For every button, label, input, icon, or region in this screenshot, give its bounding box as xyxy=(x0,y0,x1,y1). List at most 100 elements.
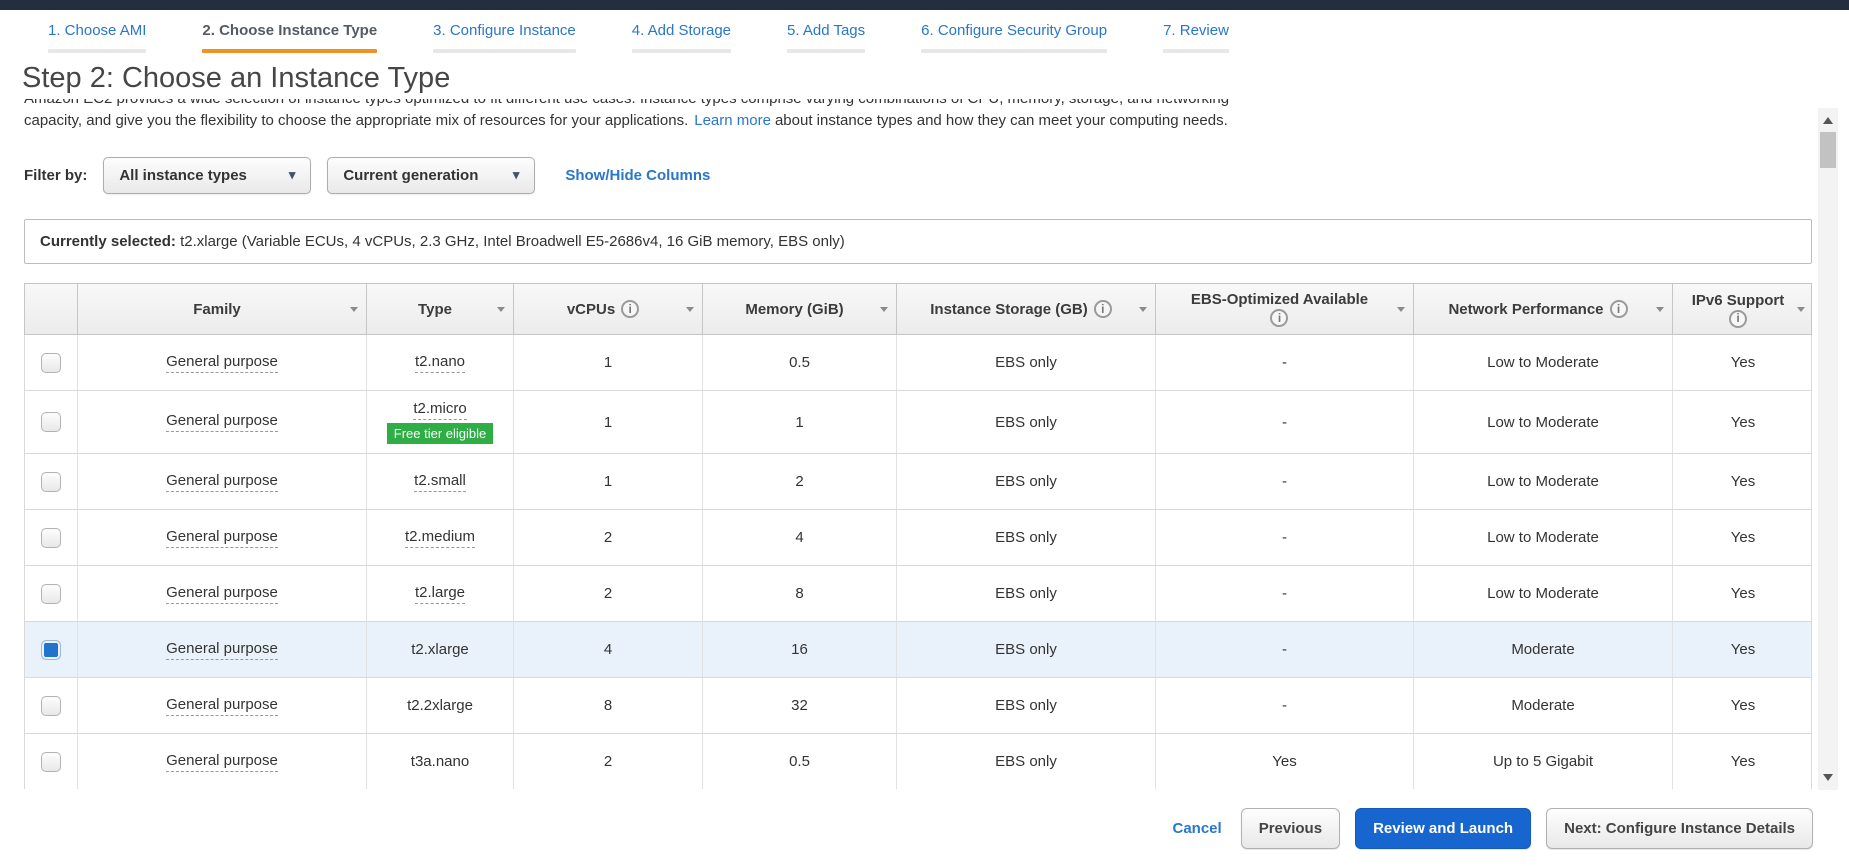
description-line2: capacity, and give you the flexibility t… xyxy=(24,109,1819,131)
table-row-t2-micro[interactable]: General purpose t2.micro Free tier eligibl… xyxy=(25,391,1811,454)
row-checkbox[interactable] xyxy=(41,583,61,604)
instance-type-label[interactable]: t2.micro xyxy=(413,400,467,420)
scrollbar-thumb[interactable] xyxy=(1820,132,1836,168)
col-header-content: Memory (GiB) xyxy=(745,301,843,318)
show-hide-columns-link[interactable]: Show/Hide Columns xyxy=(565,167,710,184)
family-link[interactable]: General purpose xyxy=(166,696,278,716)
learn-more-link[interactable]: Learn more xyxy=(694,112,771,129)
instance-type-label[interactable]: t2.small xyxy=(414,472,466,492)
table-row-t2-small[interactable]: General purpose t2.small 1 2 EBS only - Low to… xyxy=(25,454,1811,510)
storage-cell: EBS only xyxy=(897,391,1156,453)
instance-type-label[interactable]: t2.medium xyxy=(404,528,476,548)
ipv6-support-cell: Yes xyxy=(1730,585,1756,602)
ipv6-support-cell: Yes xyxy=(1730,413,1756,431)
table-row-t2-xlarge[interactable]: General purpose t2.xlarge 4 16 EBS only - Mode… xyxy=(25,622,1811,678)
family-cell: General purpose xyxy=(78,678,367,733)
sort-caret-icon[interactable] xyxy=(686,307,694,316)
sort-caret-icon[interactable] xyxy=(497,307,505,316)
col-header-ebs-optimized-available[interactable]: EBS-Optimized Available i xyxy=(1156,284,1414,334)
col-header-content: Type xyxy=(418,301,452,318)
family-cell: General purpose xyxy=(78,391,367,453)
row-checkbox[interactable] xyxy=(41,527,61,548)
instance-type-label[interactable]: t3a.nano xyxy=(411,753,469,770)
row-checkbox[interactable] xyxy=(41,695,61,716)
family-link[interactable]: General purpose xyxy=(166,752,278,772)
table-row-t3a-nano[interactable]: General purpose t3a.nano 2 0.5 EBS only Yes Up… xyxy=(25,734,1811,789)
family-link[interactable]: General purpose xyxy=(166,640,278,660)
sort-caret-icon[interactable] xyxy=(1397,307,1405,316)
family-cell: General purpose xyxy=(78,454,367,509)
vcpus-cell: 2 xyxy=(514,734,703,789)
row-select-cell xyxy=(25,566,78,621)
family-cell: General purpose xyxy=(78,734,367,789)
family-link[interactable]: General purpose xyxy=(166,472,278,492)
row-select-cell xyxy=(25,510,78,565)
instance-type-label[interactable]: t2.2xlarge xyxy=(407,697,473,714)
sort-caret-icon[interactable] xyxy=(880,307,888,316)
cancel-link[interactable]: Cancel xyxy=(1172,820,1221,837)
vcpus-cell: 8 xyxy=(514,678,703,733)
tab-add-tags[interactable]: 5. Add Tags xyxy=(775,22,877,53)
info-icon[interactable]: i xyxy=(621,300,640,318)
col-header-instance-storage-gb[interactable]: Instance Storage (GB) i xyxy=(897,284,1156,334)
storage-cell: EBS only xyxy=(897,454,1156,509)
next-configure-instance-button[interactable]: Next: Configure Instance Details xyxy=(1546,807,1813,849)
col-header-memory-gib[interactable]: Memory (GiB) xyxy=(703,284,897,334)
review-and-launch-button[interactable]: Review and Launch xyxy=(1355,807,1532,849)
ebs-optimized-cell: - xyxy=(1156,335,1414,390)
col-header-ipv6-support[interactable]: IPv6 Support i xyxy=(1673,284,1812,334)
col-header-family[interactable]: Family xyxy=(78,284,367,334)
instance-type-label[interactable]: t2.large xyxy=(414,584,466,604)
row-checkbox[interactable] xyxy=(41,352,61,373)
vertical-scrollbar[interactable] xyxy=(1818,108,1838,790)
tab-configure-instance[interactable]: 3. Configure Instance xyxy=(421,22,588,53)
info-icon[interactable]: i xyxy=(1093,300,1112,318)
tab-choose-ami[interactable]: 1. Choose AMI xyxy=(36,22,158,53)
sort-caret-icon[interactable] xyxy=(1656,307,1664,316)
tab-configure-security-group[interactable]: 6. Configure Security Group xyxy=(909,22,1119,53)
instance-type-label[interactable]: t2.xlarge xyxy=(411,641,469,658)
table-row-t2-nano[interactable]: General purpose t2.nano 1 0.5 EBS only - Low t… xyxy=(25,335,1811,391)
memory-cell: 32 xyxy=(703,678,897,733)
ebs-optimized-cell: - xyxy=(1156,566,1414,621)
row-checkbox[interactable] xyxy=(41,471,61,492)
family-link[interactable]: General purpose xyxy=(166,584,278,604)
col-header-type[interactable]: Type xyxy=(367,284,514,334)
tab-choose-instance-type[interactable]: 2. Choose Instance Type xyxy=(190,22,389,53)
row-checkbox[interactable] xyxy=(41,639,61,660)
scroll-down-icon[interactable] xyxy=(1823,774,1833,781)
table-row-t2-2xlarge[interactable]: General purpose t2.2xlarge 8 32 EBS only - Mod… xyxy=(25,678,1811,734)
currently-selected-label: Currently selected: xyxy=(40,233,176,250)
sort-caret-icon[interactable] xyxy=(350,307,358,316)
storage-cell: EBS only xyxy=(897,734,1156,789)
row-select-cell xyxy=(25,622,78,677)
filter-row: Filter by: All instance types ▾ Current … xyxy=(24,155,1849,195)
info-icon[interactable]: i xyxy=(1270,309,1289,327)
tab-add-storage[interactable]: 4. Add Storage xyxy=(620,22,743,53)
generation-dropdown[interactable]: Current generation ▾ xyxy=(327,156,536,194)
sort-caret-icon[interactable] xyxy=(1797,307,1805,316)
family-link[interactable]: General purpose xyxy=(166,528,278,548)
family-link[interactable]: General purpose xyxy=(166,412,278,432)
type-cell: t2.large xyxy=(367,566,514,621)
description-line1-text: Amazon EC2 provides a wide selection of … xyxy=(24,99,1819,109)
col-header-vcpus[interactable]: vCPUs i xyxy=(514,284,703,334)
instance-types-dropdown[interactable]: All instance types ▾ xyxy=(103,156,312,194)
instance-type-label[interactable]: t2.nano xyxy=(414,353,466,373)
row-checkbox[interactable] xyxy=(41,412,61,432)
network-performance-cell: Moderate xyxy=(1414,678,1673,733)
table-row-t2-medium[interactable]: General purpose t2.medium 2 4 EBS only - Low t… xyxy=(25,510,1811,566)
family-link[interactable]: General purpose xyxy=(166,353,278,373)
col-header-label: Network Performance xyxy=(1448,300,1604,318)
row-checkbox[interactable] xyxy=(41,751,61,772)
info-icon[interactable]: i xyxy=(1729,309,1747,328)
previous-button[interactable]: Previous xyxy=(1240,807,1341,849)
info-icon[interactable]: i xyxy=(1609,300,1628,318)
family-cell: General purpose xyxy=(78,510,367,565)
table-row-t2-large[interactable]: General purpose t2.large 2 8 EBS only - Low to… xyxy=(25,566,1811,622)
tab-review[interactable]: 7. Review xyxy=(1151,22,1241,53)
scroll-up-icon[interactable] xyxy=(1823,117,1833,124)
col-header-network-performance[interactable]: Network Performance i xyxy=(1414,284,1673,334)
sort-caret-icon[interactable] xyxy=(1139,307,1147,316)
memory-cell: 0.5 xyxy=(703,734,897,789)
